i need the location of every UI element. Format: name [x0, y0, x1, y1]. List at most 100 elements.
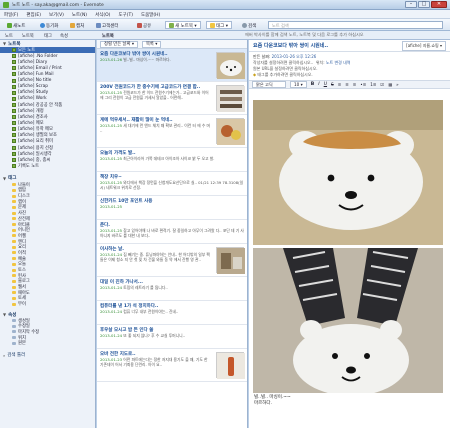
tags-section-header[interactable]: ▼ 태그 [0, 175, 95, 182]
strikethrough-button[interactable]: S [331, 82, 334, 87]
view-dropdown[interactable]: 목록 ▾ [141, 40, 162, 48]
maximize-button[interactable]: □ [418, 1, 430, 8]
saved-search-item[interactable]: ⌕ 검색 툴러 [0, 352, 95, 359]
note-list-item[interactable]: 오늘의 가격도 발.. 2013-01-25 최근아이라어 가쪽 데테크 아이조아… [97, 148, 247, 172]
note-item-snippet: 참고 있어야해 나 바로 편적기. 잘 중일하고 아무이 그려왔 다.. 포단 … [100, 228, 244, 238]
new-note-button[interactable]: 새노트 [3, 21, 29, 29]
menu-format[interactable]: 서식(O) [91, 10, 114, 18]
notebook-icon [169, 23, 174, 28]
bullet-list-icon[interactable]: •≡ [360, 82, 366, 87]
tag-icon: ◆ [253, 72, 257, 77]
align-left-icon[interactable]: ≡ [338, 82, 342, 87]
tag-icon [12, 296, 16, 300]
note-item-date: 2013-01-25 [100, 156, 123, 161]
note-item-thumbnail [216, 118, 245, 145]
notebook-icon [12, 48, 16, 53]
close-button[interactable]: ✕ [431, 1, 447, 8]
note-list-item[interactable]: 이사하는 날. 2013-01-24 집 빼기는 중. 튜닝파야하는 안내.. 한… [97, 244, 247, 277]
font-size-select[interactable]: 10 ▾ [290, 81, 307, 88]
sort-dropdown[interactable]: 정렬 만든 날짜 ▾ [100, 40, 138, 48]
tag-field[interactable]: 태그를 추가하려면 클릭하십시오. [257, 72, 312, 77]
tag-icon [12, 228, 16, 232]
tag-select[interactable]: 태그 ▾ [206, 21, 232, 29]
note-item-thumbnail [216, 52, 245, 79]
window-title: 노트 노트 - say.aka@gmail.com - Evernote [12, 3, 104, 8]
search-input[interactable]: 노트 검색 [268, 21, 443, 29]
share-button[interactable]: 공유 [133, 21, 155, 29]
minimize-button[interactable]: – [405, 1, 417, 8]
note-list-item[interactable]: 200V 전원코드가 한 중수기에 고급코드가 연결 합.. 2013-01-25… [97, 82, 247, 115]
menu-file[interactable]: 파일(F) [0, 10, 22, 18]
note-notebook-select[interactable]: [afiche] 지름.쇼핑 ▾ [402, 40, 446, 51]
format-toolbar: 맑은 고딕 10 ▾ B I U S ≡ ≡ ≡ •≡ 1≡ ☑ ▦ » [249, 80, 450, 89]
note-list-item[interactable]: 요즘 다운코보다 밖아 쌍이 시원네.. 2013-01-26 빌..빌.. 마싱… [97, 49, 247, 82]
sidebar-tag-item[interactable]: 무이 [0, 301, 95, 307]
notebook-icon [12, 133, 16, 138]
table-icon[interactable]: ▦ [388, 82, 392, 87]
note-history-link[interactable]: 노트 변경 내역 [326, 60, 351, 65]
align-center-icon[interactable]: ≡ [345, 82, 349, 87]
font-family-select[interactable]: 맑은 고딕 [252, 81, 286, 88]
note-item-snippet: 토링의 레트라기 를 됩니다.. [123, 285, 168, 290]
note-list-item[interactable]: 신한카드 10만 포인트 사용 2013-01-25 [97, 196, 247, 220]
notebook-icon [12, 163, 16, 168]
account-button[interactable]: 고객센터 [92, 21, 123, 29]
tag-icon [12, 194, 16, 198]
menu-note[interactable]: 노트(N) [68, 10, 91, 18]
notebook-icon [12, 151, 16, 156]
sidebar-notebook-item[interactable]: 기록도 노트 [0, 163, 95, 169]
note-item-date: 2013-01-24 [100, 309, 123, 314]
evernote-app-icon [3, 2, 9, 8]
author-field[interactable]: 작성자를 설정하려면 클릭하십시오.. [253, 60, 313, 65]
bold-button[interactable]: B [311, 82, 315, 87]
created-label: 만든 날짜: [253, 54, 271, 59]
note-list-header: 정렬 만든 날짜 ▾ 목록 ▾ [97, 40, 247, 49]
tab-tags[interactable]: 태그 [42, 32, 54, 39]
note-list-item[interactable]: 책장 치우~ 2013-01-25 와디에서 책장 정먼을 신청개도요산단으로 실… [97, 172, 247, 196]
tag-icon [210, 23, 215, 28]
source-url-field[interactable]: 원본 URL을 설정하려면 클릭하십시오. [253, 66, 318, 71]
note-list-pane: 정렬 만든 날짜 ▾ 목록 ▾ 요즘 다운코보다 밖아 쌍이 시원네.. 2013… [97, 40, 248, 428]
menu-tools[interactable]: 도구(T) [114, 10, 137, 18]
note-body[interactable]: 빌..빌.. 마싱이.~~ 마르하다. [254, 395, 291, 407]
note-title[interactable]: 요즘 다운코보다 밖아 쌍이 시원네.. [253, 42, 328, 49]
tab-attributes[interactable]: 속성 [58, 32, 70, 39]
note-list-item[interactable]: 컴퓨터를 낸 1가 석 정치하다.. 2013-01-24 컴퓨 너무 내부 전원… [97, 301, 247, 325]
note-list-item[interactable]: 오바 전한 지도로.. 2013-01-23 어떤 파트에는다는 정한 저지대 용… [97, 349, 247, 382]
notebook-select[interactable]: 새 노트북 ▾ [165, 21, 201, 29]
notebooks-section-header[interactable]: ▼ 노트북 [0, 40, 95, 47]
note-metadata: 만든 날짜: 2013-01-26 오후 12:26 작성자를 설정하려면 클릭… [249, 52, 450, 80]
tab-notebook[interactable]: 노트북 [20, 32, 36, 39]
note-list-item[interactable]: 대일 이 진하 가나서... 2013-01-24 토링의 레트라기 를 됩니다.… [97, 277, 247, 301]
menu-help[interactable]: 도움말(H) [137, 10, 164, 18]
created-date[interactable]: 2013-01-26 오후 12:26 [272, 54, 317, 59]
italic-button[interactable]: I [318, 82, 319, 87]
menu-view[interactable]: 보기(V) [45, 10, 68, 18]
checkbox-icon[interactable]: ☑ [380, 82, 384, 87]
sync-button[interactable]: 동기화 [36, 21, 62, 29]
underline-button[interactable]: U [324, 82, 327, 87]
note-item-date: 2013-01-24 [100, 333, 123, 338]
tag-icon [12, 285, 16, 289]
numbered-list-icon[interactable]: 1≡ [370, 82, 376, 87]
screenshot-button[interactable]: 캡처 [66, 21, 88, 29]
note-list-item[interactable]: 게에 먹우세서.. 재활이 많이 눈 먹네.. 2013-01-25 세 대기에 … [97, 115, 247, 148]
tag-icon [12, 291, 16, 295]
tag-icon [12, 245, 16, 249]
tab-notes[interactable]: 노트 [3, 32, 15, 39]
tag-icon [12, 302, 16, 306]
note-list-item[interactable]: 춘다. 2013-01-25 참고 있어야해 나 바로 편적기. 잘 중일하고 아… [97, 220, 247, 244]
note-list-item[interactable]: 후우살 모시고 밤 뜬 인다 쓸 2013-01-24 또 좋 되지 않나? 후 … [97, 325, 247, 349]
notebook-icon [12, 78, 16, 83]
attributes-section-header[interactable]: ▼ 속성 [0, 311, 95, 318]
sidebar-attribute-item[interactable]: 원본 [0, 340, 95, 346]
align-right-icon[interactable]: ≡ [353, 82, 357, 87]
note-item-date: 2013-01-24 [100, 285, 123, 290]
notebook-label: 노트북 [102, 34, 114, 39]
tag-list: 나들이 랩탑 디스크 랩이 문제 사진 산전제 아티클 어니언 어젤 엔디 요리 이적 예술 오늘 토스 펀사 블… [0, 182, 95, 307]
more-icon[interactable]: » [396, 82, 399, 87]
tag-icon [12, 217, 16, 221]
note-item-date: 2013-01-25 [100, 204, 123, 209]
menu-edit[interactable]: 편집(E) [22, 10, 45, 18]
notebook-icon [12, 90, 16, 95]
